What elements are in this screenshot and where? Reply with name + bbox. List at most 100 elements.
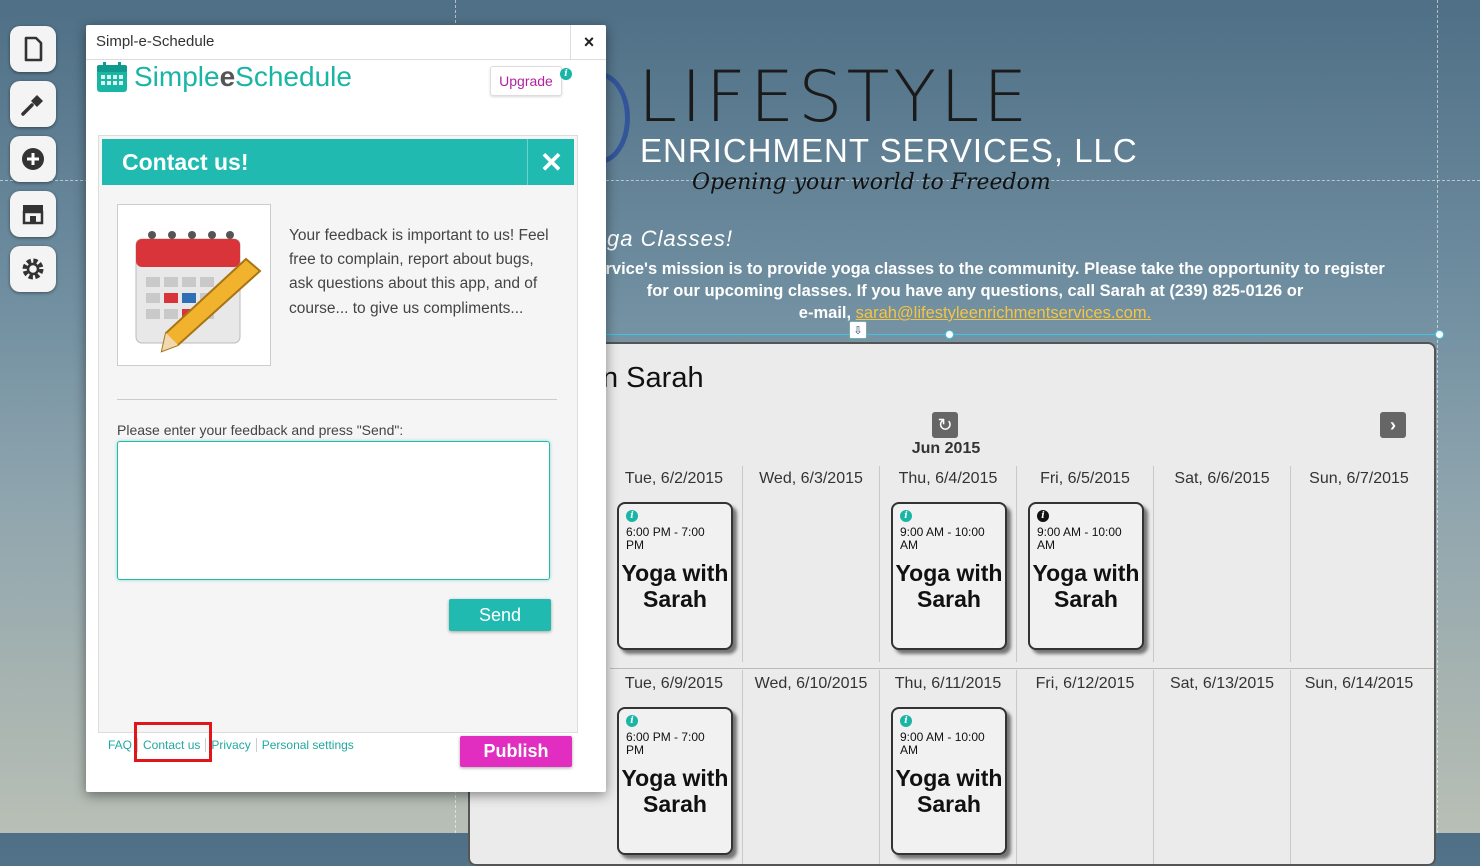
editor-toolbar bbox=[10, 26, 56, 301]
contact-title: Contact us! bbox=[122, 149, 249, 175]
refresh-button[interactable]: ↻ bbox=[932, 412, 958, 438]
upgrade-button[interactable]: Upgrade bbox=[490, 66, 562, 96]
event-time: 9:00 AM - 10:00 AM bbox=[1037, 525, 1122, 552]
info-icon[interactable]: i bbox=[626, 715, 638, 727]
brand-suffix: Schedule bbox=[235, 61, 352, 92]
column-divider bbox=[1153, 670, 1154, 864]
divider bbox=[117, 399, 557, 400]
app-titlebar: Simpl-e-Schedule × bbox=[86, 25, 606, 60]
calendar-pencil-icon bbox=[135, 231, 262, 353]
schedule-title: n Sarah bbox=[602, 362, 704, 394]
event-name: Yoga with Sarah bbox=[621, 560, 729, 612]
highlight-box bbox=[134, 722, 212, 762]
chevron-right-icon: › bbox=[1390, 414, 1396, 435]
event-time: 9:00 AM - 10:00 AM bbox=[900, 730, 985, 757]
next-week-button[interactable]: › bbox=[1380, 412, 1406, 438]
store-icon bbox=[22, 205, 44, 225]
store-button[interactable] bbox=[10, 191, 56, 237]
brand-name: SimpleeSchedule bbox=[134, 61, 352, 93]
settings-button[interactable] bbox=[10, 246, 56, 292]
day-header: Fri, 6/5/2015 bbox=[1040, 470, 1130, 487]
info-icon[interactable]: i bbox=[626, 510, 638, 522]
week-divider bbox=[610, 668, 1434, 669]
intro-email-prefix: e-mail, bbox=[798, 304, 856, 322]
event-name: Yoga with Sarah bbox=[895, 765, 1003, 817]
publish-button[interactable]: Publish bbox=[460, 736, 572, 767]
day-header: Fri, 6/12/2015 bbox=[1035, 675, 1135, 692]
event-card[interactable]: i 9:00 AM - 10:00 AM Yoga with Sarah bbox=[891, 502, 1007, 650]
brand-prefix: Simple bbox=[134, 61, 220, 92]
event-time: 6:00 PM - 7:00 PM bbox=[626, 730, 705, 757]
event-card[interactable]: i 9:00 AM - 10:00 AM Yoga with Sarah bbox=[1028, 502, 1144, 650]
app-title: Simpl-e-Schedule bbox=[96, 33, 215, 50]
info-icon[interactable]: i bbox=[1037, 510, 1049, 522]
day-header: Sun, 6/14/2015 bbox=[1304, 675, 1414, 692]
event-name: Yoga with Sarah bbox=[1032, 560, 1140, 612]
day-header: Thu, 6/11/2015 bbox=[894, 675, 1002, 692]
info-icon[interactable]: i bbox=[900, 510, 912, 522]
intro-line: nt Service's mission is to provide yoga … bbox=[565, 260, 1385, 278]
app-window: Simpl-e-Schedule × SimpleeSchedule Upgra… bbox=[86, 25, 606, 792]
event-name: Yoga with Sarah bbox=[621, 765, 729, 817]
selection-outline bbox=[605, 334, 1439, 335]
event-time: 9:00 AM - 10:00 AM bbox=[900, 525, 985, 552]
day-header: Sat, 6/6/2015 bbox=[1174, 470, 1270, 487]
intro-heading: ga Classes! bbox=[607, 226, 733, 251]
schedule-widget: n Sarah ↻ › Jun 2015 Tue, 6/2/2015 Wed, … bbox=[468, 342, 1436, 866]
event-name: Yoga with Sarah bbox=[895, 560, 1003, 612]
day-header: Tue, 6/9/2015 bbox=[624, 675, 724, 692]
guide-line bbox=[1437, 0, 1438, 833]
column-divider bbox=[742, 466, 743, 662]
close-icon: ✕ bbox=[539, 146, 564, 178]
logo-title: LIFESTYLE bbox=[638, 56, 1032, 138]
feedback-textarea[interactable] bbox=[117, 441, 550, 580]
day-header: Sat, 6/13/2015 bbox=[1169, 675, 1275, 692]
info-icon[interactable]: i bbox=[560, 68, 572, 80]
column-divider bbox=[1016, 466, 1017, 662]
column-divider bbox=[1016, 670, 1017, 864]
faq-link[interactable]: FAQ bbox=[108, 738, 137, 752]
calendar-pencil-illustration bbox=[117, 204, 271, 366]
refresh-icon: ↻ bbox=[937, 414, 953, 435]
intro-text: nt Service's mission is to provide yoga … bbox=[490, 258, 1460, 324]
anchor-icon[interactable]: ⇩ bbox=[849, 321, 867, 339]
day-header: Thu, 6/4/2015 bbox=[898, 470, 998, 487]
event-card[interactable]: i 6:00 PM - 7:00 PM Yoga with Sarah bbox=[617, 502, 733, 650]
info-icon[interactable]: i bbox=[900, 715, 912, 727]
intro-line: e-mail, sarah@lifestyleenrichmentservice… bbox=[490, 302, 1460, 324]
add-button[interactable] bbox=[10, 136, 56, 182]
month-label: Jun 2015 bbox=[911, 440, 981, 457]
day-header: Wed, 6/3/2015 bbox=[759, 470, 863, 487]
day-header: Sun, 6/7/2015 bbox=[1309, 470, 1409, 487]
close-contact-button[interactable]: ✕ bbox=[527, 139, 575, 185]
design-button[interactable] bbox=[10, 81, 56, 127]
resize-handle[interactable] bbox=[945, 330, 954, 339]
feedback-label: Please enter your feedback and press "Se… bbox=[117, 422, 404, 438]
design-icon bbox=[21, 95, 43, 116]
contact-header: Contact us! ✕ bbox=[102, 139, 574, 185]
add-icon bbox=[22, 148, 44, 170]
day-header: Wed, 6/10/2015 bbox=[754, 675, 868, 692]
column-divider bbox=[1290, 466, 1291, 662]
pages-button[interactable] bbox=[10, 26, 56, 72]
event-time: 6:00 PM - 7:00 PM bbox=[626, 525, 705, 552]
personal-settings-link[interactable]: Personal settings bbox=[255, 738, 359, 752]
close-window-button[interactable]: × bbox=[570, 25, 607, 59]
column-divider bbox=[1153, 466, 1154, 662]
column-divider bbox=[742, 670, 743, 864]
brand-e: e bbox=[219, 61, 236, 92]
intro-line: for our upcoming classes. If you have an… bbox=[646, 282, 1304, 300]
contact-message: Your feedback is important to us! Feel f… bbox=[289, 227, 549, 317]
column-divider bbox=[879, 670, 880, 864]
column-divider bbox=[879, 466, 880, 662]
send-button[interactable]: Send bbox=[449, 599, 551, 631]
resize-handle[interactable] bbox=[1435, 330, 1444, 339]
contact-panel: Contact us! ✕ Your feedback is important… bbox=[98, 135, 578, 733]
calendar-icon bbox=[97, 62, 127, 92]
settings-icon bbox=[22, 258, 44, 280]
close-icon: × bbox=[583, 31, 595, 52]
privacy-link[interactable]: Privacy bbox=[205, 738, 255, 752]
logo-tagline: Opening your world to Freedom bbox=[692, 170, 1051, 195]
email-link[interactable]: sarah@lifestyleenrichmentservices.com. bbox=[856, 304, 1152, 322]
day-header: Tue, 6/2/2015 bbox=[624, 470, 724, 487]
